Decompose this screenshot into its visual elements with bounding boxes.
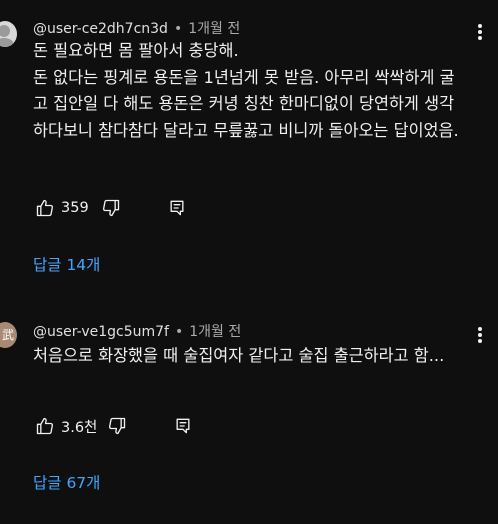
view-replies-button[interactable]: 답글 14개: [33, 253, 100, 275]
comment-text: 돈 필요하면 몸 팔아서 충당해. 돈 없다는 핑계로 용돈을 1년넘게 못 받…: [33, 41, 459, 140]
more-options-icon[interactable]: [478, 24, 482, 40]
like-icon[interactable]: [33, 196, 57, 220]
dislike-icon[interactable]: [99, 196, 123, 220]
avatar[interactable]: [0, 21, 17, 47]
like-icon[interactable]: [33, 414, 57, 438]
comment-time[interactable]: 1개월 전: [188, 21, 240, 37]
comment-time[interactable]: 1개월 전: [189, 324, 241, 340]
comment-meta: @user-ce2dh7cn3d • 1개월 전: [33, 18, 240, 38]
separator-dot: •: [174, 324, 184, 340]
comment-actions: 359: [33, 196, 189, 220]
like-count: 359: [61, 200, 89, 216]
comment-meta: @user-ve1gc5um7f • 1개월 전: [33, 321, 241, 341]
comment-author[interactable]: @user-ve1gc5um7f: [33, 324, 169, 340]
comment-actions: 3.6천: [33, 414, 195, 438]
comment-text: 처음으로 화장했을 때 술집여자 같다고 술집 출근하라고 함...: [33, 346, 445, 365]
comment-author[interactable]: @user-ce2dh7cn3d: [33, 21, 168, 37]
avatar[interactable]: 武: [0, 322, 17, 348]
reply-icon[interactable]: [165, 196, 189, 220]
more-options-icon[interactable]: [478, 327, 482, 343]
reply-icon[interactable]: [171, 414, 195, 438]
view-replies-button[interactable]: 답글 67개: [33, 471, 100, 493]
comment-thread-1: @user-ce2dh7cn3d • 1개월 전 돈 필요하면 몸 팔아서 충당해.…: [0, 0, 498, 290]
separator-dot: •: [173, 21, 183, 37]
dislike-icon[interactable]: [105, 414, 129, 438]
comment-thread-2: 武 @user-ve1gc5um7f • 1개월 전 처음으로 화장했을 때 술집여…: [0, 305, 498, 524]
like-count: 3.6천: [61, 419, 98, 436]
